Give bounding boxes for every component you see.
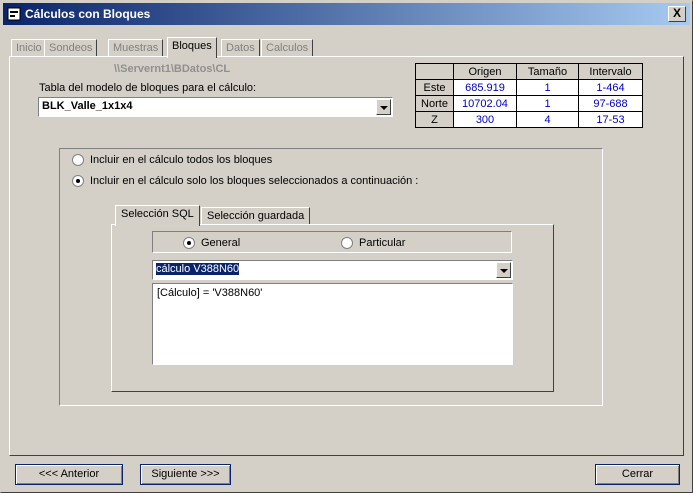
tab-seleccion-sql[interactable]: Selección SQL <box>115 205 200 226</box>
model-dropdown-icon[interactable] <box>376 99 391 115</box>
cell-tamano[interactable]: 1 <box>516 79 579 96</box>
dialog-window: Cálculos con Bloques X Inicio Sondeos Mu… <box>0 0 693 493</box>
mode-general[interactable]: General <box>183 237 240 249</box>
cell-intervalo[interactable]: 97-688 <box>578 95 643 112</box>
model-value: BLK_Valle_1x1x4 <box>42 100 133 112</box>
radio-general[interactable] <box>183 237 195 249</box>
grid-corner <box>415 63 454 80</box>
query-selected: cálculo V388N60 <box>156 263 240 275</box>
next-button[interactable]: Siguiente >>> <box>140 464 231 485</box>
option-selected-blocks[interactable]: Incluir en el cálculo solo los bloques s… <box>72 175 418 187</box>
row-label-este: Este <box>415 79 454 96</box>
grid-header-intervalo: Intervalo <box>578 63 643 80</box>
model-combo[interactable]: BLK_Valle_1x1x4 <box>38 97 393 117</box>
tab-sondeos[interactable]: Sondeos <box>44 39 98 57</box>
tab-calculos[interactable]: Calculos <box>261 39 314 57</box>
cell-intervalo[interactable]: 17-53 <box>578 111 643 128</box>
radio-all-blocks[interactable] <box>72 154 84 166</box>
query-combo[interactable]: cálculo V388N60 <box>152 260 513 280</box>
mode-general-label: General <box>201 237 241 249</box>
table-row: Norte 10702.04 1 97-688 <box>415 95 643 112</box>
close-button[interactable]: Cerrar <box>595 464 680 485</box>
back-button[interactable]: <<< Anterior <box>15 464 123 485</box>
grid-header-tamano: Tamaño <box>516 63 579 80</box>
row-label-norte: Norte <box>415 95 454 112</box>
option-all-blocks-label: Incluir en el cálculo todos los bloques <box>90 154 273 166</box>
cell-origen[interactable]: 685.919 <box>453 79 517 96</box>
radio-particular[interactable] <box>341 237 353 249</box>
tab-seleccion-guardada[interactable]: Selección guardada <box>201 207 311 225</box>
tab-muestras[interactable]: Muestras <box>108 39 164 57</box>
cell-tamano[interactable]: 4 <box>516 111 579 128</box>
query-dropdown-icon[interactable] <box>496 262 511 278</box>
mode-particular[interactable]: Particular <box>341 237 405 249</box>
grid-header-origen: Origen <box>453 63 517 80</box>
title-bar: Cálculos con Bloques X <box>3 3 690 25</box>
option-all-blocks[interactable]: Incluir en el cálculo todos los bloques <box>72 154 272 166</box>
table-row: Este 685.919 1 1-464 <box>415 79 643 96</box>
database-path: \\Servernt1\BDatos\CL <box>114 63 231 75</box>
cell-origen[interactable]: 10702.04 <box>453 95 517 112</box>
table-row: Z 300 4 17-53 <box>415 111 643 128</box>
window-title: Cálculos con Bloques <box>25 7 151 21</box>
model-label: Tabla del modelo de bloques para el cálc… <box>39 82 257 94</box>
cell-tamano[interactable]: 1 <box>516 95 579 112</box>
sql-textarea[interactable]: [Cálculo] = 'V388N60' <box>152 283 513 365</box>
tab-bloques[interactable]: Bloques <box>167 37 217 58</box>
cell-intervalo[interactable]: 1-464 <box>578 79 643 96</box>
row-label-z: Z <box>415 111 454 128</box>
block-grid: Origen Tamaño Intervalo Este 685.919 1 1… <box>415 63 643 128</box>
mode-particular-label: Particular <box>359 237 406 249</box>
close-window-button[interactable]: X <box>668 6 686 22</box>
app-icon <box>7 7 21 21</box>
radio-selected-blocks[interactable] <box>72 175 84 187</box>
cell-origen[interactable]: 300 <box>453 111 517 128</box>
tab-inicio[interactable]: Inicio <box>11 39 47 57</box>
option-selected-blocks-label: Incluir en el cálculo solo los bloques s… <box>90 175 419 187</box>
tab-datos[interactable]: Datos <box>221 39 260 57</box>
